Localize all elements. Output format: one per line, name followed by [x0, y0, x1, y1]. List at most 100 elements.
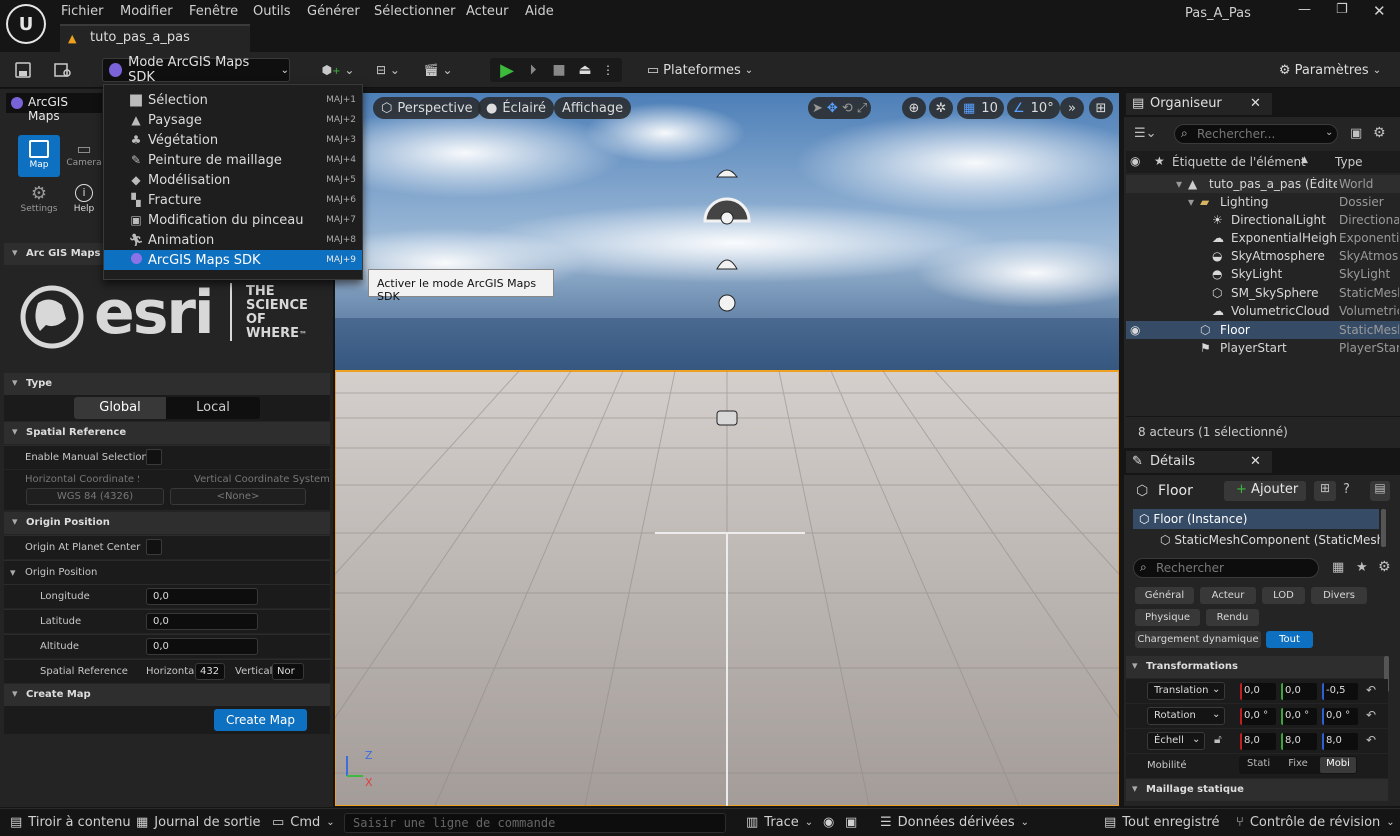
- create-map-section-header[interactable]: Create Map: [4, 684, 330, 706]
- scale-y[interactable]: 8,0: [1281, 733, 1317, 750]
- category-general[interactable]: Général: [1135, 587, 1194, 604]
- menu-select[interactable]: Sélectionner: [374, 4, 456, 19]
- reset-icon[interactable]: ↶: [1366, 708, 1376, 722]
- reset-icon[interactable]: ↶: [1366, 733, 1376, 747]
- mode-item-selection[interactable]: ⬛︎ Sélection MAJ+1: [104, 90, 362, 110]
- mode-item-arcgis[interactable]: ArcGIS Maps SDK MAJ+9: [104, 250, 362, 270]
- category-physics[interactable]: Physique: [1135, 609, 1200, 626]
- grid-snap-toggle[interactable]: ▦ 10: [957, 97, 1004, 119]
- vertical-cs-field[interactable]: <None>: [170, 488, 306, 505]
- static-mesh-section-header[interactable]: ▾ Maillage statique: [1126, 779, 1388, 801]
- transforms-section-header[interactable]: ▾ Transformations: [1126, 656, 1388, 678]
- rotation-z[interactable]: 0,0 °: [1322, 708, 1358, 725]
- translation-z[interactable]: -0,5: [1322, 683, 1358, 700]
- step-icon[interactable]: ⏵︎: [520, 62, 546, 78]
- level-viewport[interactable]: Z X: [335, 93, 1119, 806]
- menu-window[interactable]: Fenêtre: [189, 4, 238, 19]
- surface-snap-toggle[interactable]: ✲: [929, 97, 953, 119]
- altitude-input[interactable]: 0,0: [146, 638, 258, 655]
- type-global-button[interactable]: Global: [74, 397, 166, 419]
- mode-item-landscape[interactable]: ▲ Paysage MAJ+2: [104, 110, 362, 130]
- stop-icon[interactable]: ■: [546, 62, 572, 78]
- outliner-row-sky-light[interactable]: ◓ SkyLight SkyLight: [1126, 265, 1400, 283]
- gear-icon[interactable]: ⚙: [1373, 125, 1386, 141]
- blueprint-button[interactable]: ⊟ ⌄: [370, 58, 406, 82]
- details-instance-row[interactable]: ⬡ Floor (Instance): [1133, 509, 1379, 529]
- tool-settings-button[interactable]: ⚙ Settings: [18, 183, 60, 223]
- scale-icon[interactable]: ⤢: [857, 101, 867, 116]
- outliner-row-lighting[interactable]: ▾ ▰ Lighting Dossier: [1126, 193, 1400, 211]
- more-options-icon[interactable]: ⋮: [598, 63, 618, 77]
- category-lod[interactable]: LOD: [1262, 587, 1305, 604]
- level-tab[interactable]: ▲ tuto_pas_a_pas: [60, 24, 250, 52]
- minimize-icon[interactable]: —: [1298, 2, 1311, 17]
- close-icon[interactable]: ✕: [1250, 96, 1261, 111]
- save-icon[interactable]: [12, 58, 34, 82]
- mode-item-mesh-paint[interactable]: ✎ Peinture de maillage MAJ+4: [104, 150, 362, 170]
- star-icon[interactable]: ★: [1154, 154, 1165, 168]
- eye-icon[interactable]: ◉: [1130, 154, 1140, 168]
- scale-mode-dropdown[interactable]: Échell ⌄: [1147, 732, 1205, 750]
- lock-icon[interactable]: ▤: [1370, 481, 1390, 501]
- browse-icon[interactable]: [52, 58, 74, 82]
- outliner-row-sky-sphere[interactable]: ⬡ SM_SkySphere StaticMesh: [1126, 284, 1400, 302]
- platforms-button[interactable]: ▭ Plateformes ⌄: [647, 58, 753, 82]
- menu-actor[interactable]: Acteur: [466, 4, 509, 19]
- add-component-button[interactable]: + Ajouter: [1224, 481, 1306, 501]
- select-arrow-icon[interactable]: ➤: [812, 101, 823, 116]
- tool-map-button[interactable]: Map: [18, 135, 60, 177]
- more-tools-button[interactable]: »: [1060, 97, 1084, 119]
- rotation-x[interactable]: 0,0 °: [1240, 708, 1276, 725]
- settings-button[interactable]: ⚙ Paramètres ⌄: [1278, 58, 1382, 82]
- tool-help-button[interactable]: i Help: [64, 183, 104, 223]
- blueprint-icon[interactable]: ⊞: [1314, 481, 1336, 501]
- add-folder-icon[interactable]: ▣: [1350, 126, 1362, 141]
- outliner-tab[interactable]: ▤ Organiseur ✕: [1126, 93, 1272, 115]
- gear-icon[interactable]: ⚙: [1378, 559, 1391, 575]
- arcgis-panel-tab[interactable]: ArcGIS Maps: [6, 93, 102, 123]
- mobility-static[interactable]: Stati: [1241, 758, 1275, 769]
- rotation-snap-toggle[interactable]: ∠ 10°: [1007, 97, 1060, 119]
- latitude-input[interactable]: 0,0: [146, 613, 258, 630]
- revision-control-button[interactable]: ⑂ Contrôle de révision ⌄: [1236, 815, 1395, 830]
- vertical-wkid-input[interactable]: Nor: [272, 663, 304, 680]
- outliner-row-volumetric-cloud[interactable]: ☁ VolumetricCloud Volumetric: [1126, 302, 1400, 320]
- content-drawer-button[interactable]: ▤ Tiroir à contenu: [10, 815, 131, 830]
- star-icon[interactable]: ★: [1356, 560, 1368, 575]
- outliner-search-input[interactable]: ⌕ Rechercher... ⌄: [1174, 124, 1338, 144]
- cmd-dropdown[interactable]: ▭ Cmd ⌄: [272, 815, 335, 830]
- outliner-row-world[interactable]: ▾ ▲ tuto_pas_a_pas (Édite World: [1126, 175, 1400, 193]
- col-label-header[interactable]: Étiquette de l'élément: [1172, 155, 1306, 169]
- mode-item-modeling[interactable]: ◆ Modélisation MAJ+5: [104, 170, 362, 190]
- mobility-movable[interactable]: Mobi: [1320, 757, 1356, 773]
- reset-icon[interactable]: ↶: [1366, 683, 1376, 697]
- mode-item-fracture[interactable]: ▚ Fracture MAJ+6: [104, 190, 362, 210]
- world-local-toggle[interactable]: ⊕: [902, 97, 926, 119]
- camera-icon[interactable]: ▣: [845, 815, 857, 830]
- output-log-button[interactable]: ▦ Journal de sortie: [136, 815, 261, 830]
- mode-selector-button[interactable]: Mode ArcGIS Maps SDK ⌄: [102, 55, 290, 85]
- spatial-reference-section-header[interactable]: Spatial Reference: [4, 422, 330, 444]
- perspective-button[interactable]: ⬡ Perspective: [373, 97, 481, 119]
- outliner-row-directional-light[interactable]: ☀ DirectionalLight Directiona: [1126, 211, 1400, 229]
- add-content-button[interactable]: ⬢+ ⌄: [320, 58, 356, 82]
- outliner-row-player-start[interactable]: ⚑ PlayerStart PlayerStar: [1126, 339, 1400, 357]
- category-rendering[interactable]: Rendu: [1206, 609, 1259, 626]
- horizontal-wkid-input[interactable]: 432: [195, 663, 225, 680]
- components-scrollbar[interactable]: [1381, 509, 1386, 547]
- origin-at-planet-center-checkbox[interactable]: [146, 539, 162, 555]
- table-view-icon[interactable]: ▦: [1332, 560, 1344, 575]
- menu-tools[interactable]: Outils: [253, 4, 291, 19]
- category-actor[interactable]: Acteur: [1200, 587, 1256, 604]
- rotate-icon[interactable]: ⟲: [842, 101, 853, 116]
- close-icon[interactable]: ✕: [1373, 2, 1386, 20]
- mode-item-foliage[interactable]: ♣ Végétation MAJ+3: [104, 130, 362, 150]
- save-all-button[interactable]: ▤ Tout enregistré: [1104, 815, 1220, 830]
- unreal-logo[interactable]: U: [6, 4, 46, 44]
- translation-mode-dropdown[interactable]: Translation ⌄: [1147, 682, 1225, 700]
- create-map-button[interactable]: Create Map: [214, 709, 307, 731]
- category-streaming[interactable]: Chargement dynamique: [1135, 631, 1261, 648]
- scale-z[interactable]: 8,0: [1322, 733, 1358, 750]
- longitude-input[interactable]: 0,0: [146, 588, 258, 605]
- horizontal-cs-field[interactable]: WGS 84 (4326): [26, 488, 164, 505]
